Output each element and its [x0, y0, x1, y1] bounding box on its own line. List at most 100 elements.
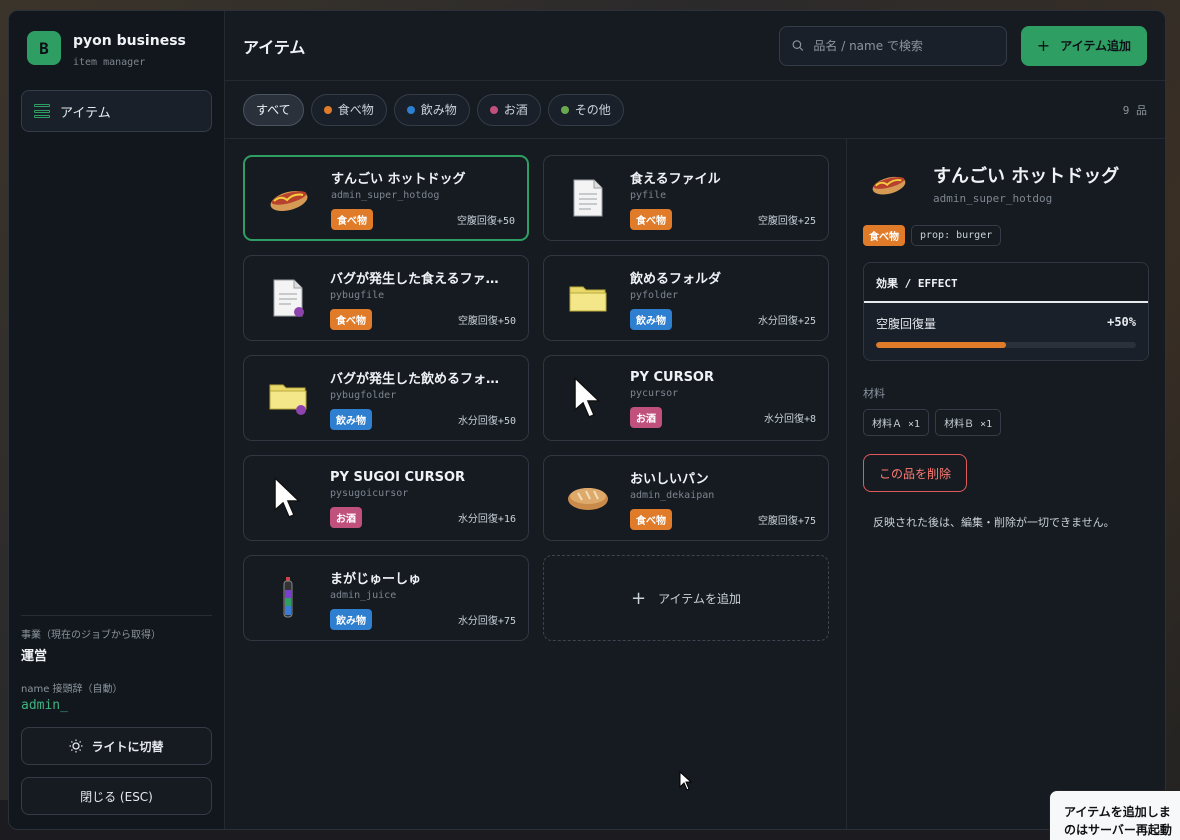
item-card[interactable]: バグが発生した飲めるフォ… pybugfolder 飲み物 水分回復+50: [243, 355, 529, 441]
mouse-cursor-icon: [679, 770, 693, 795]
plus-icon: +: [631, 587, 647, 609]
category-badge: 食べ物: [630, 209, 672, 230]
material-tag: 材料Ａ ×1: [863, 409, 930, 436]
item-effect: 水分回復+50: [457, 416, 516, 427]
main: アイテム + アイテム追加 すべて 食べ物 飲み物 お酒 その他 9 品: [225, 11, 1165, 829]
item-grid: すんごい ホットドッグ admin_super_hotdog 食べ物 空腹回復+5…: [243, 155, 829, 641]
food-dot: [323, 105, 332, 114]
category-badge: お酒: [330, 507, 362, 528]
alcohol-dot: [489, 105, 498, 114]
item-card[interactable]: 飲めるフォルダ pyfolder 飲み物 水分回復+25: [543, 255, 829, 341]
item-id: pybugfolder: [330, 390, 397, 401]
brand-logo: B: [27, 31, 61, 65]
item-name: バグが発生した飲めるフォ…: [330, 372, 500, 387]
filter-all[interactable]: すべて: [243, 93, 304, 126]
category-badge: 食べ物: [331, 209, 373, 230]
filter-drink[interactable]: 飲み物: [393, 93, 470, 126]
bug-file-icon: [262, 272, 314, 324]
item-card[interactable]: PY CURSOR pycursor お酒 水分回復+8: [543, 355, 829, 441]
category-badge: 食べ物: [330, 309, 372, 330]
close-label: 閉じる (ESC): [80, 789, 153, 804]
item-count: 9 品: [1122, 103, 1147, 117]
item-effect: 水分回復+75: [457, 616, 516, 627]
item-id: admin_dekaipan: [630, 490, 715, 501]
effect-bar: [876, 342, 1136, 348]
item-effect: 水分回復+25: [757, 316, 816, 327]
cursor-icon: [562, 372, 614, 424]
item-name: PY SUGOI CURSOR: [330, 470, 466, 485]
filter-label: すべて: [256, 103, 291, 117]
search-input[interactable]: [813, 38, 994, 53]
hotdog-icon: [863, 157, 915, 209]
filter-other[interactable]: その他: [547, 93, 624, 126]
juice-icon: [262, 572, 314, 624]
item-grid-area: すんごい ホットドッグ admin_super_hotdog 食べ物 空腹回復+5…: [225, 139, 847, 829]
item-card[interactable]: まがじゅーしゅ admin_juice 飲み物 水分回復+75: [243, 555, 529, 641]
item-id: admin_super_hotdog: [331, 190, 440, 201]
detail-panel: すんごい ホットドッグ admin_super_hotdog 食べ物 prop:…: [847, 139, 1165, 829]
category-badge: 食べ物: [630, 509, 672, 530]
close-button[interactable]: 閉じる (ESC): [21, 777, 212, 815]
business-label: 事業（現在のジョブから取得）: [21, 630, 161, 641]
add-item-card[interactable]: + アイテムを追加: [543, 555, 829, 641]
add-item-card-label: アイテムを追加: [658, 591, 741, 606]
sidebar-item-items[interactable]: アイテム: [21, 90, 212, 132]
item-id: pycursor: [630, 388, 679, 399]
bug-folder-icon: [262, 372, 314, 424]
item-card[interactable]: バグが発生した食えるファ… pybugfile 食べ物 空腹回復+50: [243, 255, 529, 341]
item-name: 食えるファイル: [630, 172, 721, 187]
detail-title: すんごい ホットドッグ: [933, 165, 1120, 187]
plus-icon: +: [1036, 36, 1051, 55]
content: すんごい ホットドッグ admin_super_hotdog 食べ物 空腹回復+5…: [225, 139, 1165, 829]
sidebar: B pyon business item manager アイテム 事業（現在の…: [9, 11, 225, 829]
other-dot: [560, 105, 569, 114]
filter-food[interactable]: 食べ物: [310, 93, 387, 126]
item-card[interactable]: おいしいパン admin_dekaipan 食べ物 空腹回復+75: [543, 455, 829, 541]
item-effect: 水分回復+8: [763, 414, 816, 425]
file-icon: [562, 172, 614, 224]
item-name: すんごい ホットドッグ: [331, 172, 466, 187]
divider: [21, 615, 212, 616]
item-name: 飲めるフォルダ: [630, 272, 722, 287]
material-tag: 材料Ｂ ×1: [935, 409, 1002, 436]
search-box[interactable]: [778, 25, 1007, 66]
brand-name: pyon business: [73, 33, 186, 49]
effect-bar-fill: [876, 342, 1006, 348]
filter-alcohol[interactable]: お酒: [476, 93, 541, 126]
brand: B pyon business item manager: [21, 31, 212, 68]
toast-line: アイテムを追加しま: [1064, 805, 1171, 819]
filter-label: 食べ物: [337, 103, 374, 117]
delete-button[interactable]: この品を削除: [863, 454, 968, 492]
toast-notification: アイテムを追加しま のはサーバー再起動: [1049, 790, 1180, 840]
item-card[interactable]: すんごい ホットドッグ admin_super_hotdog 食べ物 空腹回復+5…: [243, 155, 529, 241]
theme-toggle-button[interactable]: ライトに切替: [21, 727, 212, 765]
topbar: アイテム + アイテム追加: [225, 11, 1165, 81]
sidebar-footer: 事業（現在のジョブから取得） 運営 name 接頭辞（自動） admin_ ライ…: [21, 615, 212, 815]
item-id: pyfile: [630, 190, 667, 201]
app-window: B pyon business item manager アイテム 事業（現在の…: [8, 10, 1166, 830]
filter-label: その他: [574, 103, 611, 117]
item-id: pyfolder: [630, 290, 679, 301]
item-name: PY CURSOR: [630, 370, 714, 385]
business-value: 運営: [21, 649, 48, 664]
filter-label: 飲み物: [420, 103, 457, 117]
item-name: まがじゅーしゅ: [330, 572, 422, 587]
effect-header: 効果 / EFFECT: [864, 263, 1148, 303]
detail-id: admin_super_hotdog: [933, 191, 1053, 205]
hotdog-icon: [263, 172, 315, 224]
category-badge: お酒: [630, 407, 662, 428]
item-card[interactable]: 食えるファイル pyfile 食べ物 空腹回復+25: [543, 155, 829, 241]
materials-list: 材料Ａ ×1 材料Ｂ ×1: [863, 409, 1149, 436]
add-item-label: アイテム追加: [1060, 39, 1131, 53]
item-id: pysugoicursor: [330, 488, 409, 499]
materials-label: 材料: [863, 387, 885, 400]
item-name: おいしいパン: [630, 472, 709, 487]
effect-box: 効果 / EFFECT 空腹回復量 +50%: [863, 262, 1149, 361]
category-badge: 飲み物: [330, 409, 372, 430]
add-item-button[interactable]: + アイテム追加: [1020, 25, 1147, 66]
effect-name: 空腹回復量: [876, 317, 937, 331]
filter-bar: すべて 食べ物 飲み物 お酒 その他 9 品: [225, 81, 1165, 139]
item-card[interactable]: PY SUGOI CURSOR pysugoicursor お酒 水分回復+16: [243, 455, 529, 541]
item-effect: 空腹回復+50: [456, 216, 515, 227]
prefix-label: name 接頭辞（自動）: [21, 684, 123, 695]
